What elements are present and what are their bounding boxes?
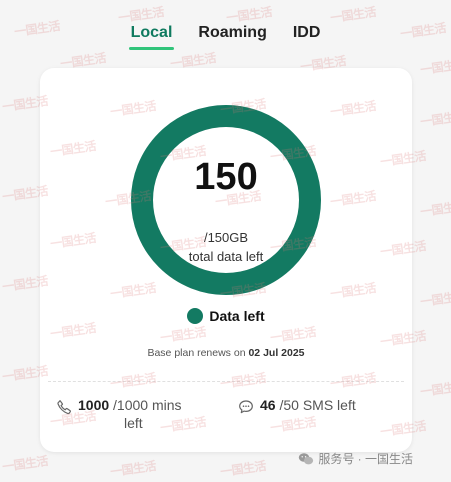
watermark-mark: 一国生活 — [419, 198, 451, 220]
footer-brand: 服务号 · 一国生活 — [298, 450, 413, 467]
mins-used: 1000 — [78, 397, 110, 413]
watermark-mark: 一国生活 — [109, 458, 157, 480]
wechat-icon — [299, 452, 314, 464]
tab-roaming[interactable]: Roaming — [196, 20, 268, 50]
data-total-label: /150GB — [203, 230, 249, 245]
watermark-mark: 一国生活 — [419, 288, 451, 310]
watermark-mark: 一国生活 — [419, 378, 451, 400]
legend-dot-icon — [187, 308, 204, 324]
legend-label: Data left — [209, 308, 265, 324]
data-remaining-value: 150 — [194, 156, 258, 198]
phone-icon — [57, 400, 71, 415]
chart-legend: Data left — [40, 308, 412, 324]
tab-local[interactable]: Local — [128, 20, 175, 50]
donut-center: 150 /150GB total data left — [130, 104, 322, 296]
watermark-mark: 一国生活 — [219, 458, 267, 480]
footer-brand-text: 服务号 · 一国生活 — [318, 452, 413, 466]
data-caption: total data left — [188, 249, 264, 264]
data-donut-chart: 150 /150GB total data left — [130, 104, 322, 296]
allowances-row: 1000 /1000 mins left 46 /50 SMS left — [40, 396, 412, 436]
tab-bar: Local Roaming IDD — [0, 20, 451, 50]
divider — [48, 381, 404, 382]
message-icon — [239, 400, 253, 414]
sms-total: /50 SMS left — [279, 397, 356, 413]
sms-used: 46 — [260, 397, 276, 413]
sms-text: 46 /50 SMS left — [260, 396, 356, 414]
mins-allowance: 1000 /1000 mins left — [56, 396, 226, 432]
mins-total: /1000 mins — [113, 397, 182, 413]
renew-date: 02 Jul 2025 — [248, 347, 305, 359]
mins-suffix: left — [124, 415, 143, 431]
watermark-mark: 一国生活 — [419, 56, 451, 78]
plan-renewal-text: Base plan renews on 02 Jul 2025 — [40, 347, 412, 359]
watermark-mark: 一国生活 — [1, 453, 49, 475]
mins-text: 1000 /1000 mins left — [78, 396, 182, 432]
renew-prefix: Base plan renews on — [147, 347, 246, 359]
sms-allowance: 46 /50 SMS left — [238, 396, 398, 415]
tab-idd[interactable]: IDD — [291, 20, 323, 50]
data-usage-card: 150 /150GB total data left Data left Bas… — [40, 68, 412, 452]
watermark-mark: 一国生活 — [419, 108, 451, 130]
